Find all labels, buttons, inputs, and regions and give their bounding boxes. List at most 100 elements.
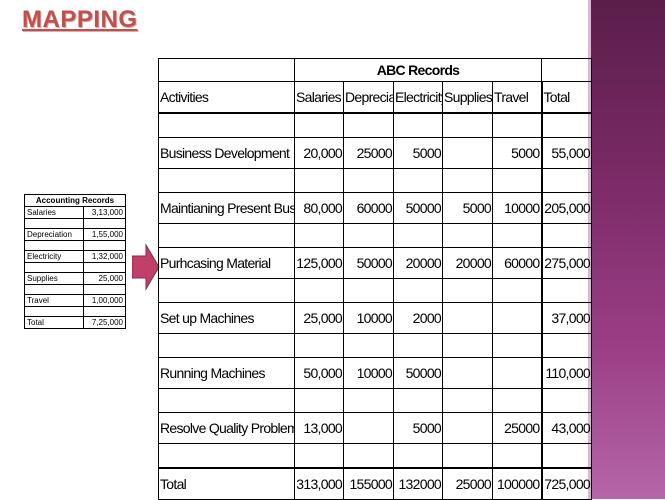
acct-value: 1,55,000 — [82, 228, 127, 241]
acct-label: Supplies — [24, 272, 84, 285]
table-cell: 60000 — [343, 192, 394, 224]
table-cell — [442, 443, 493, 469]
column-header: Total — [540, 81, 592, 114]
activity-name: Maintianing Present Business — [158, 192, 295, 224]
table-cell — [158, 112, 295, 138]
activity-name: Purhcasing Material — [158, 247, 295, 279]
accounting-records-table: Accounting Records Salaries 3,13,000 Depr… — [24, 194, 127, 329]
table-cell: 5000 — [393, 137, 443, 169]
column-header: Supplies — [442, 81, 493, 114]
row-total: 275,000 — [540, 247, 592, 279]
acct-gap — [82, 284, 127, 295]
table-cell — [492, 388, 542, 413]
table-cell — [294, 333, 344, 358]
table-cell — [393, 443, 443, 469]
acct-value: 1,32,000 — [82, 250, 127, 263]
table-cell — [294, 168, 344, 193]
row-total: 205,000 — [540, 192, 592, 224]
table-cell — [393, 388, 443, 413]
table-cell — [343, 388, 394, 413]
acct-gap — [24, 306, 84, 317]
table-cell — [540, 333, 592, 358]
table-cell — [540, 168, 592, 193]
table-cell — [442, 223, 493, 248]
row-total: 37,000 — [540, 302, 592, 334]
total-cell: 132000 — [393, 467, 443, 500]
row-total: 43,000 — [540, 412, 592, 444]
acct-gap — [24, 284, 84, 295]
table-cell — [343, 278, 394, 303]
total-cell: 155000 — [343, 467, 394, 500]
acct-value: 3,13,000 — [82, 206, 127, 219]
table-cell: 20000 — [442, 247, 493, 279]
table-cell: 50000 — [343, 247, 394, 279]
table-cell — [492, 333, 542, 358]
column-header: Depreciati — [343, 81, 394, 114]
abc-corner — [541, 58, 592, 82]
table-cell — [540, 443, 592, 469]
table-cell: 10000 — [343, 302, 394, 334]
table-cell — [442, 278, 493, 303]
table-cell — [294, 223, 344, 248]
total-cell: 25000 — [442, 467, 493, 500]
accounting-header: Accounting Records — [24, 194, 126, 207]
row-total: 110,000 — [540, 357, 592, 389]
column-header: Travel — [492, 81, 542, 114]
acct-value: 25,000 — [82, 272, 127, 285]
table-cell: 2000 — [393, 302, 443, 334]
table-cell — [294, 388, 344, 413]
table-cell — [492, 168, 542, 193]
column-header: Activities — [158, 81, 295, 114]
table-cell — [393, 278, 443, 303]
table-cell — [343, 333, 394, 358]
table-cell — [442, 357, 493, 389]
slide: MAPPING Accounting Records Salaries 3,13,… — [0, 0, 665, 500]
acct-value: 7,25,000 — [82, 316, 127, 329]
table-cell: 50000 — [393, 357, 443, 389]
acct-gap — [82, 306, 127, 317]
table-cell — [158, 333, 295, 358]
table-cell: 20000 — [393, 247, 443, 279]
grand-total: 725,000 — [540, 467, 592, 500]
acct-gap — [24, 240, 84, 251]
column-header: Salaries — [294, 81, 344, 114]
table-cell — [158, 223, 295, 248]
table-cell: 10000 — [492, 192, 542, 224]
table-cell — [393, 223, 443, 248]
activity-name: Business Development — [158, 137, 295, 169]
table-cell: 25000 — [492, 412, 542, 444]
table-cell — [343, 223, 394, 248]
table-cell — [442, 112, 493, 138]
abc-corner — [158, 58, 295, 82]
table-cell — [442, 168, 493, 193]
slide-title: MAPPING — [22, 6, 138, 33]
table-cell — [294, 443, 344, 469]
table-cell — [492, 278, 542, 303]
table-cell — [442, 333, 493, 358]
table-cell — [442, 388, 493, 413]
table-cell: 80,000 — [294, 192, 344, 224]
table-cell: 60000 — [492, 247, 542, 279]
total-cell: 313,000 — [294, 467, 344, 500]
table-cell — [158, 443, 295, 469]
acct-label: Salaries — [24, 206, 84, 219]
table-cell — [393, 112, 443, 138]
table-cell — [158, 278, 295, 303]
activity-name: Set up Machines — [158, 302, 295, 334]
table-cell — [492, 302, 542, 334]
table-cell: 125,000 — [294, 247, 344, 279]
table-cell — [294, 278, 344, 303]
column-header: Electricity — [393, 81, 443, 114]
table-cell — [393, 333, 443, 358]
row-total: 55,000 — [540, 137, 592, 169]
table-cell — [540, 223, 592, 248]
table-cell — [540, 112, 592, 138]
table-cell — [343, 168, 394, 193]
table-cell: 10000 — [343, 357, 394, 389]
table-cell — [294, 112, 344, 138]
table-cell — [492, 112, 542, 138]
table-cell — [442, 137, 493, 169]
table-cell — [158, 388, 295, 413]
table-cell — [492, 443, 542, 469]
acct-gap — [24, 262, 84, 273]
